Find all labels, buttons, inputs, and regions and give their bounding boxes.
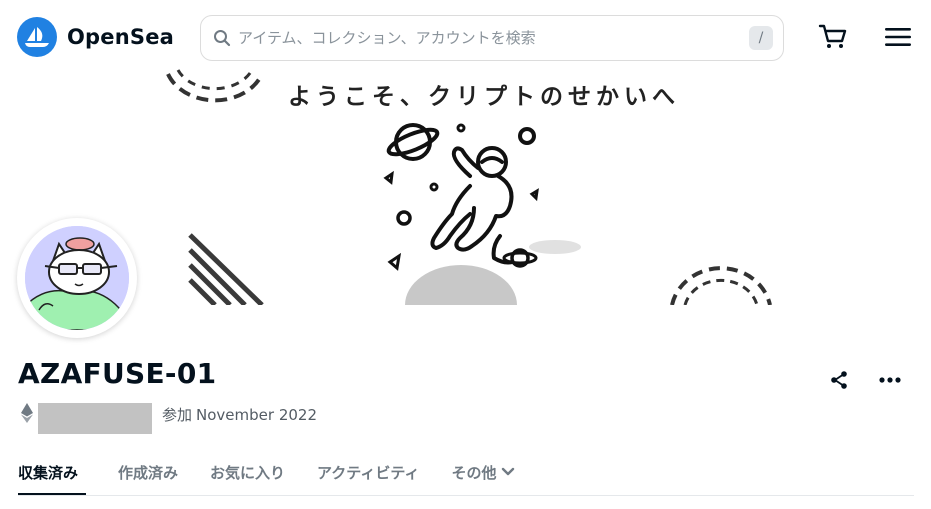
cart-icon <box>818 24 847 48</box>
share-icon <box>831 371 847 389</box>
share-button[interactable] <box>826 367 852 393</box>
tab-created[interactable]: 作成済み <box>118 455 178 487</box>
tab-label: アクティビティ <box>317 464 420 482</box>
top-navbar: OpenSea / <box>0 0 931 74</box>
search-shortcut-badge: / <box>749 26 773 50</box>
wallet-address[interactable] <box>38 403 152 434</box>
joined-date: November 2022 <box>196 406 317 424</box>
more-options-button[interactable] <box>877 367 903 393</box>
tab-activity[interactable]: アクティビティ <box>317 455 419 487</box>
opensea-boat-icon <box>17 17 57 57</box>
ethereum-icon <box>20 403 34 423</box>
cart-button[interactable] <box>814 20 852 54</box>
profile-page: ようこそ、クリプトのせかいへ OpenSea / <box>0 0 931 509</box>
avatar-image <box>25 226 129 330</box>
search-input[interactable] <box>236 28 740 48</box>
search-bar[interactable]: / <box>200 15 784 61</box>
tab-label: お気に入り <box>210 464 286 482</box>
profile-name: AZAFUSE-01 <box>18 357 217 390</box>
hamburger-menu-icon <box>885 28 911 46</box>
tab-more[interactable]: その他 <box>452 455 515 487</box>
main-menu-button[interactable] <box>880 20 916 54</box>
more-dots-icon <box>879 377 901 383</box>
tab-collected[interactable]: 収集済み <box>18 455 87 495</box>
opensea-logo-link[interactable]: OpenSea <box>17 17 174 57</box>
joined-date-text: 参加 November 2022 <box>162 404 321 425</box>
brand-name: OpenSea <box>67 25 175 49</box>
search-icon <box>212 28 232 48</box>
joined-label: 参加 <box>162 406 193 424</box>
tab-label: その他 <box>451 464 497 482</box>
banner-welcome-text: ようこそ、クリプトのせかいへ <box>288 84 680 110</box>
profile-avatar[interactable] <box>17 218 137 338</box>
tab-label: 作成済み <box>118 464 179 482</box>
tab-favorited[interactable]: お気に入り <box>210 455 285 487</box>
tab-label: 収集済み <box>18 464 79 482</box>
chevron-down-icon <box>501 467 514 476</box>
profile-tabs: 収集済み 作成済み お気に入り アクティビティ その他 <box>18 455 914 496</box>
